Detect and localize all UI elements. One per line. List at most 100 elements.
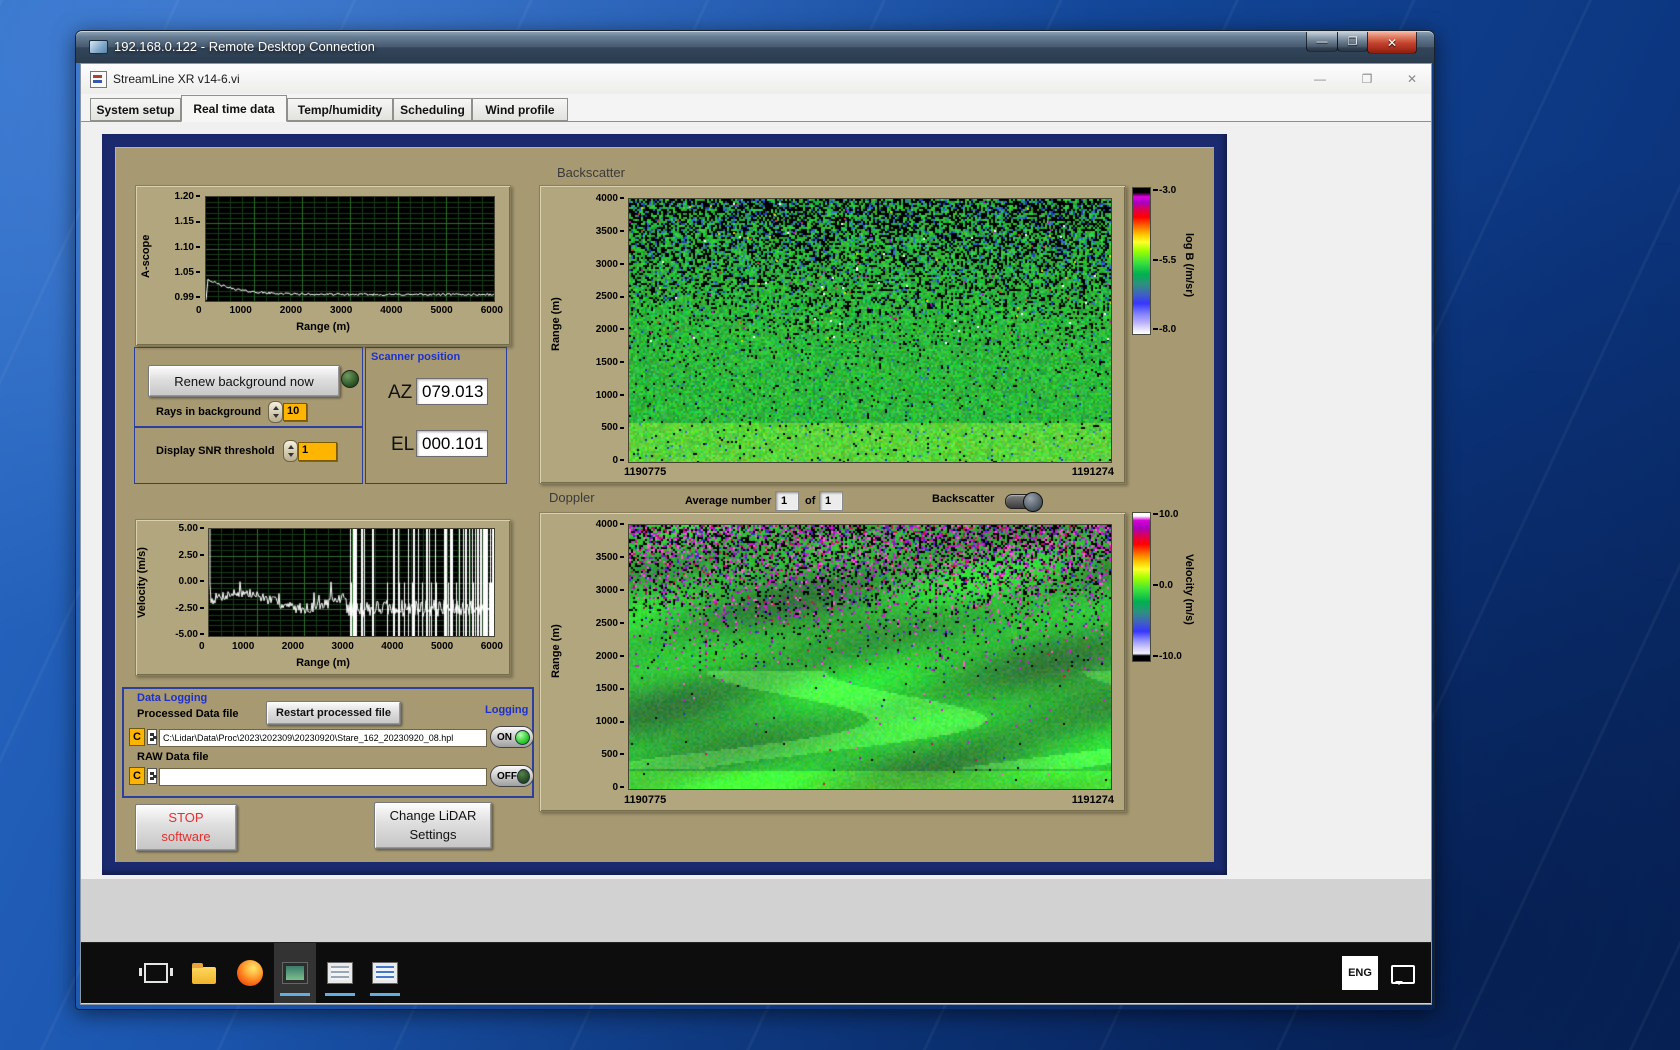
ascope-y-label: A-scope <box>140 234 152 278</box>
processed-drive-selector[interactable]: C <box>129 728 145 746</box>
backscatter-heatmap-canvas <box>628 198 1112 463</box>
tick-label: -8.0 <box>1153 324 1176 335</box>
stop-line2: software <box>161 828 211 844</box>
doppler-colorbar <box>1132 512 1151 662</box>
task-view-button[interactable] <box>135 943 177 1003</box>
renew-status-led-icon <box>341 370 359 388</box>
raw-logging-toggle[interactable]: OFF <box>490 765 534 787</box>
schedule-table-window-icon <box>372 962 398 984</box>
language-indicator[interactable]: ENG <box>1342 956 1378 990</box>
raw-drive-selector[interactable]: C <box>129 767 145 785</box>
app-minimize-button[interactable]: — <box>1306 69 1334 89</box>
action-center-icon[interactable] <box>1391 965 1415 985</box>
backscatter-y-axis: 4000 3500 3000 2500 2000 1500 1000 500 0 <box>578 193 624 466</box>
tick-label: 2000 <box>596 324 624 335</box>
average-count-field[interactable]: 1 <box>819 491 843 511</box>
processed-data-file-label: Processed Data file <box>137 708 239 720</box>
firefox-button[interactable] <box>229 943 271 1003</box>
app-restore-button[interactable]: ❐ <box>1353 69 1381 89</box>
scan-scheduler-button[interactable] <box>319 943 361 1003</box>
rays-spinner[interactable] <box>268 401 283 423</box>
tick-label: 4000 <box>596 193 624 204</box>
stop-software-button[interactable]: STOP software <box>135 804 237 851</box>
velocity-y-axis: 5.00 2.50 0.00 -2.50 -5.00 <box>146 523 204 640</box>
tab-real-time-data[interactable]: Real time data <box>181 95 287 122</box>
raw-browse-icon[interactable] <box>147 768 157 784</box>
tab-temp-humidity[interactable]: Temp/humidity <box>287 98 393 121</box>
tick-label: 0.99 <box>175 292 200 303</box>
remote-session-area: StreamLine XR v14-6.vi — ❐ ✕ System setu… <box>80 63 1432 1005</box>
front-panel-inner: 1.20 1.15 1.10 1.05 0.99 A-scope 0 1000 2000 30… <box>115 147 1214 862</box>
maximize-button[interactable]: ❐ <box>1337 32 1368 52</box>
tab-system-setup[interactable]: System setup <box>90 98 181 121</box>
rdp-titlebar[interactable]: 192.168.0.122 - Remote Desktop Connectio… <box>76 31 1434 63</box>
app-close-button[interactable]: ✕ <box>1398 69 1426 89</box>
tick-label: 2.50 <box>179 550 204 561</box>
ascope-x-axis: 0 1000 2000 3000 4000 5000 6000 <box>196 305 503 316</box>
tick-label: 6000 <box>480 305 503 316</box>
tick-label: -2.50 <box>175 603 204 614</box>
average-number-label: Average number <box>685 495 772 507</box>
remote-desktop-icon <box>89 40 108 57</box>
tick-label: 1000 <box>229 305 252 316</box>
tab-wind-profile[interactable]: Wind profile <box>472 98 568 121</box>
snr-value-field[interactable]: 1 <box>298 442 337 461</box>
tick-label: 0 <box>199 641 205 652</box>
file-explorer-button[interactable] <box>183 943 225 1003</box>
logging-on-led-icon <box>515 729 530 745</box>
processed-logging-toggle[interactable]: ON <box>490 726 534 748</box>
change-line2: Settings <box>409 826 457 842</box>
processed-browse-icon[interactable] <box>147 729 157 745</box>
tick-label: 2500 <box>596 618 624 629</box>
app-window: StreamLine XR v14-6.vi — ❐ ✕ System setu… <box>81 64 1431 879</box>
tick-label: 6000 <box>480 641 503 652</box>
restart-processed-file-button[interactable]: Restart processed file <box>266 701 401 725</box>
data-logging-title: Data Logging <box>137 692 208 704</box>
tick-label: 500 <box>601 749 624 760</box>
app-titlebar[interactable]: StreamLine XR v14-6.vi — ❐ ✕ <box>81 64 1431 95</box>
active-app-button[interactable] <box>274 943 316 1003</box>
data-logging-box: Data Logging Processed Data file Restart… <box>122 687 534 798</box>
doppler-x-start: 1190775 <box>624 794 667 806</box>
tick-label: -10.0 <box>1153 651 1182 662</box>
ascope-y-axis: 1.20 1.15 1.10 1.05 0.99 <box>150 191 200 303</box>
average-number-field[interactable]: 1 <box>775 491 799 511</box>
stop-line1: STOP <box>168 810 204 826</box>
doppler-colorbar-label: Velocity (m/s) <box>1183 553 1195 625</box>
processed-path-field[interactable]: C:\Lidar\Data\Proc\2023\202309\20230920\… <box>159 729 487 747</box>
close-button[interactable]: ✕ <box>1367 32 1417 54</box>
ascope-plot-canvas <box>205 196 495 302</box>
tick-label: 0 <box>612 455 624 466</box>
doppler-x-axis: 1190775 1191274 <box>624 794 1114 806</box>
tick-label: 2000 <box>279 305 303 316</box>
tick-label: 2500 <box>596 291 624 302</box>
backscatter-x-start: 1190775 <box>624 466 667 478</box>
tick-label: 5.00 <box>179 523 204 534</box>
tick-label: 500 <box>601 422 624 433</box>
logging-off-led-icon <box>517 768 530 784</box>
velocity-x-axis: 0 1000 2000 3000 4000 5000 6000 <box>199 641 503 652</box>
active-app-window-icon <box>282 962 308 984</box>
change-lidar-settings-button[interactable]: Change LiDAR Settings <box>374 802 492 849</box>
tick-label: 0.00 <box>179 576 204 587</box>
tick-label: 1500 <box>596 357 624 368</box>
tick-label: 4000 <box>380 305 403 316</box>
tick-label: 1.10 <box>175 242 200 253</box>
tick-label: 0 <box>196 305 202 316</box>
scan-scheduler-window-icon <box>327 962 353 984</box>
snr-spinner[interactable] <box>283 440 298 462</box>
ascope-x-label: Range (m) <box>296 321 350 333</box>
change-line1: Change LiDAR <box>389 808 477 824</box>
rays-value-field[interactable]: 10 <box>283 403 307 421</box>
desktop: { "rdp_window": { "title": "192.168.0.12… <box>0 0 1680 1050</box>
tab-scheduling[interactable]: Scheduling <box>393 98 472 121</box>
renew-background-button[interactable]: Renew background now <box>148 365 340 397</box>
raw-path-field[interactable] <box>159 768 487 786</box>
velocity-graph: 5.00 2.50 0.00 -2.50 -5.00 Velocity (m/s) 0 1… <box>135 519 511 676</box>
backscatter-toggle-switch[interactable] <box>1005 492 1043 512</box>
backscatter-toggle-label: Backscatter <box>932 493 995 505</box>
az-label: AZ <box>388 382 413 403</box>
schedule-table-button[interactable] <box>364 943 406 1003</box>
minimize-button[interactable]: — <box>1306 32 1338 52</box>
backscatter-title: Backscatter <box>557 165 625 180</box>
